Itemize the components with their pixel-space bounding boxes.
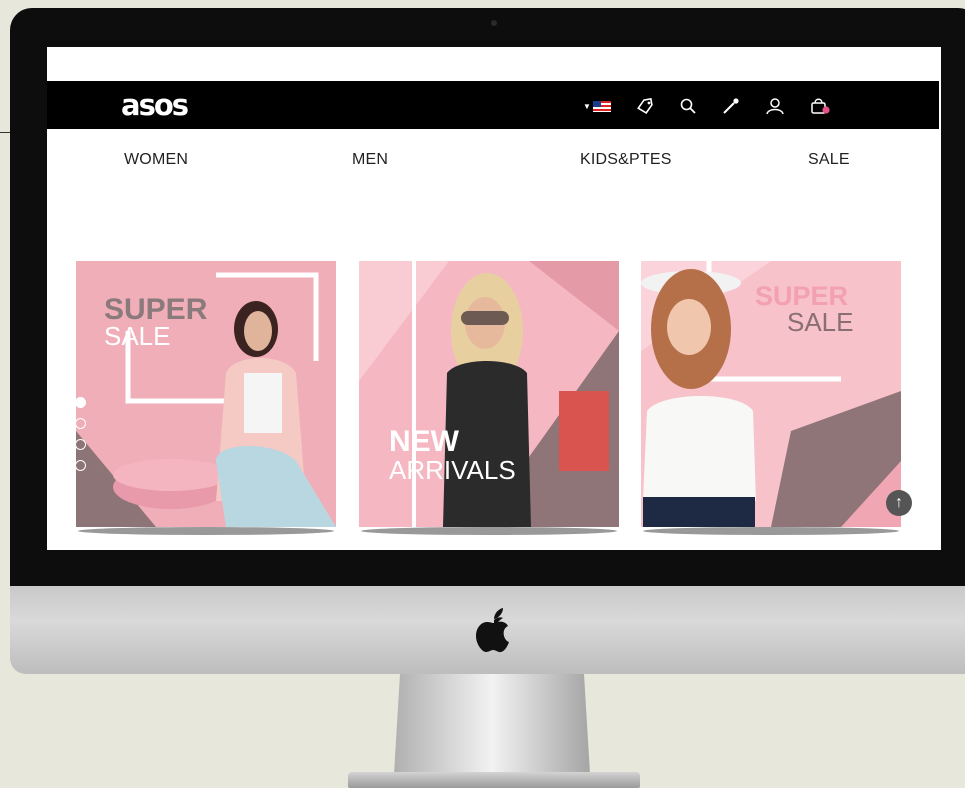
monitor-base	[348, 772, 640, 788]
monitor-stand	[394, 674, 590, 774]
carousel-dots	[75, 397, 86, 481]
apple-logo-icon	[476, 608, 509, 653]
banner-subheadline: SALE	[787, 307, 854, 337]
browser-screen: asos ▼ WOMEN MEN KIDS&PTES SALE SUPER SA…	[47, 47, 941, 550]
banner-shadows	[78, 527, 899, 535]
main-nav: WOMEN MEN KIDS&PTES SALE	[47, 151, 939, 173]
imac-monitor: asos ▼ WOMEN MEN KIDS&PTES SALE SUPER SA…	[10, 8, 965, 674]
banner-graphic	[359, 261, 619, 527]
banner-super-sale-1[interactable]: SUPER SALE	[76, 261, 336, 527]
banner-headline: SUPER	[755, 281, 849, 311]
banner-new-arrivals[interactable]: NEW ARRIVALS	[359, 261, 619, 527]
camera-icon	[491, 20, 497, 26]
us-flag-icon	[592, 100, 611, 112]
carousel-dot[interactable]	[75, 439, 86, 450]
banner-subheadline: ARRIVALS	[389, 455, 516, 485]
banner-headline: NEW	[389, 425, 459, 458]
carousel-dot[interactable]	[75, 418, 86, 429]
monitor-chin	[10, 586, 965, 674]
header-icons: ▼	[583, 96, 855, 116]
account-icon[interactable]	[765, 97, 785, 115]
banner-subheadline: SALE	[104, 321, 171, 351]
arrow-up-icon: ↑	[895, 494, 903, 511]
banner-super-sale-2[interactable]: SUPER SALE	[641, 261, 901, 527]
site-header: asos ▼	[47, 81, 939, 129]
country-selector[interactable]: ▼	[583, 100, 611, 112]
nav-sale[interactable]: SALE	[808, 151, 850, 169]
carousel-dot[interactable]	[75, 397, 86, 408]
asos-logo[interactable]: asos	[121, 89, 189, 121]
nav-women[interactable]: WOMEN	[124, 151, 188, 169]
search-icon[interactable]	[679, 97, 697, 115]
dropdown-arrow-icon: ▼	[583, 101, 591, 111]
scroll-to-top-button[interactable]: ↑	[886, 490, 912, 516]
nav-kids[interactable]: KIDS&PTES	[580, 151, 672, 169]
tag-icon[interactable]	[635, 98, 655, 114]
nav-men[interactable]: MEN	[352, 151, 388, 169]
pin-icon[interactable]	[721, 97, 741, 115]
carousel-dot[interactable]	[75, 460, 86, 471]
bag-icon[interactable]	[809, 97, 831, 115]
